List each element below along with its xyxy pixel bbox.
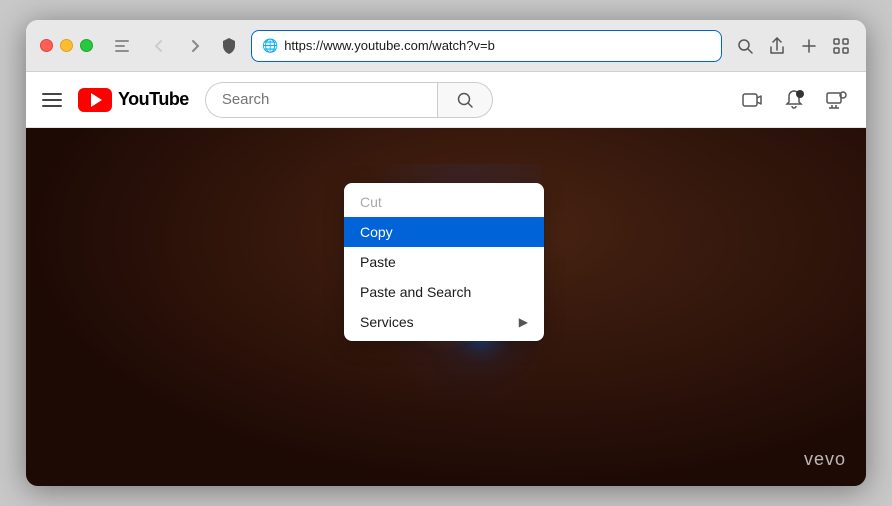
youtube-toolbar: YouTube [26,72,866,128]
traffic-lights [40,39,93,52]
url-bar[interactable]: 🌐 https://www.youtube.com/watch?v=b [251,30,722,62]
search-toolbar-icon[interactable] [734,35,756,57]
youtube-studio-icon[interactable] [822,86,850,114]
url-globe-icon: 🌐 [262,38,278,54]
context-menu-cut-label: Cut [360,194,382,210]
video-area: vevo Cut Copy Paste Paste and Search S [26,128,866,486]
search-button[interactable] [437,82,493,118]
youtube-logo-text: YouTube [118,89,189,110]
tabs-grid-button[interactable] [830,35,852,57]
new-tab-button[interactable] [798,35,820,57]
services-submenu-arrow-icon: ▶ [519,315,528,329]
context-menu-item-paste[interactable]: Paste [344,247,544,277]
context-menu-services-label: Services [360,314,414,330]
privacy-shield-icon [219,36,239,56]
context-menu-item-copy[interactable]: Copy [344,217,544,247]
search-input[interactable] [205,82,437,118]
sidebar-toggle-button[interactable] [115,38,135,54]
browser-window: 🌐 https://www.youtube.com/watch?v=b [26,20,866,486]
browser-content: YouTube [26,72,866,486]
back-button[interactable] [147,34,171,58]
minimize-button[interactable] [60,39,73,52]
youtube-logo[interactable]: YouTube [78,88,189,112]
play-triangle-icon [91,93,102,107]
context-menu: Cut Copy Paste Paste and Search Services… [344,183,544,341]
title-bar: 🌐 https://www.youtube.com/watch?v=b [26,20,866,72]
context-menu-copy-label: Copy [360,224,393,240]
youtube-logo-icon [78,88,112,112]
forward-button[interactable] [183,34,207,58]
context-menu-item-services[interactable]: Services ▶ [344,307,544,337]
share-toolbar-icon[interactable] [766,35,788,57]
youtube-menu-button[interactable] [42,93,62,107]
url-text: https://www.youtube.com/watch?v=b [284,38,711,53]
close-button[interactable] [40,39,53,52]
title-bar-actions [734,35,852,57]
context-menu-item-cut[interactable]: Cut [344,187,544,217]
maximize-button[interactable] [80,39,93,52]
context-menu-paste-search-label: Paste and Search [360,284,471,300]
search-container [205,82,493,118]
upload-icon[interactable] [738,86,766,114]
youtube-toolbar-right [738,86,850,114]
context-menu-paste-label: Paste [360,254,396,270]
notifications-bell-icon[interactable] [780,86,808,114]
vevo-watermark: vevo [804,449,846,470]
context-menu-item-paste-search[interactable]: Paste and Search [344,277,544,307]
